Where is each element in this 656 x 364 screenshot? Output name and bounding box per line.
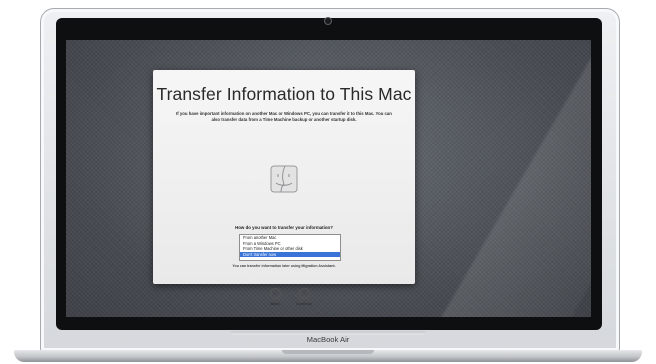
transfer-options-list[interactable]: From another Mac From a Windows PC From … xyxy=(239,234,341,261)
back-arrow-icon: ← xyxy=(269,288,281,299)
continue-arrow-icon: → xyxy=(298,288,310,299)
screen: Transfer Information to This Mac If you … xyxy=(66,40,591,317)
migration-note: You can transfer information later using… xyxy=(232,264,336,268)
camera-icon xyxy=(325,18,331,24)
back-label: Back xyxy=(270,302,280,306)
setup-assistant-dialog: Transfer Information to This Mac If you … xyxy=(153,70,415,306)
continue-button[interactable]: → Continue xyxy=(289,288,319,306)
finder-icon xyxy=(270,165,298,193)
screen-glare xyxy=(426,40,591,317)
continue-label: Continue xyxy=(295,302,313,306)
dialog-description: If you have important information on ano… xyxy=(176,111,392,122)
transfer-question: How do you want to transfer your informa… xyxy=(235,225,333,230)
device-brand-label: MacBook Air xyxy=(306,335,350,344)
back-button[interactable]: ← Back xyxy=(260,288,290,306)
option-dont-transfer[interactable]: Don't transfer now xyxy=(240,251,340,257)
base-notch xyxy=(282,350,374,354)
dialog-title: Transfer Information to This Mac xyxy=(156,84,412,104)
